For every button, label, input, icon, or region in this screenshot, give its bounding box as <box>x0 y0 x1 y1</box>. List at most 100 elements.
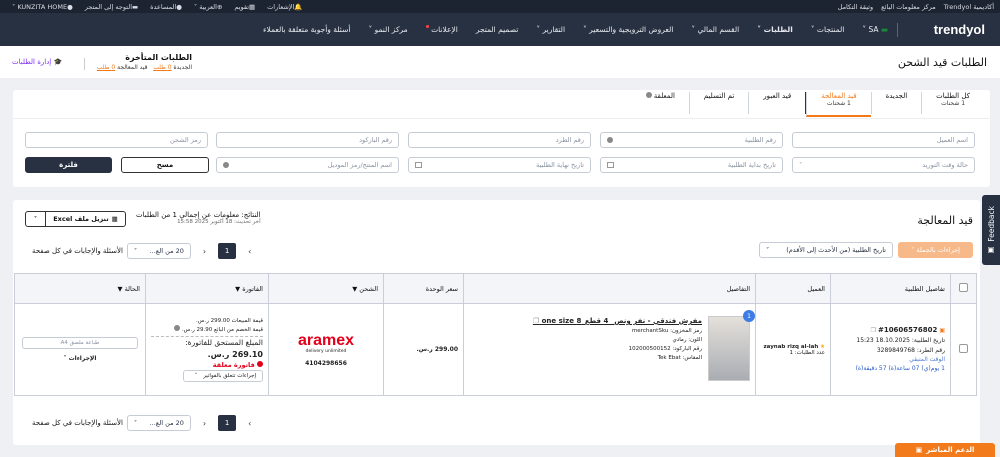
end-date-input[interactable]: تاريخ نهاية الطلبية <box>408 157 591 173</box>
row-checkbox[interactable] <box>959 344 968 353</box>
seller-info-link[interactable]: مركز معلومات البائع <box>881 3 936 11</box>
supply-status-select[interactable]: حالة وقت التوريد ˅ <box>792 157 975 173</box>
excel-icon: ▦ <box>111 215 118 223</box>
chevron-right-icon[interactable]: › <box>248 419 251 428</box>
per-page-select[interactable]: 20 من الع... ˅ <box>126 243 191 259</box>
filter-button[interactable]: فلترة <box>25 157 112 173</box>
nav-promotions[interactable]: العروض الترويجية والتسعير ˅ <box>583 25 673 34</box>
page-header: الطلبات قيد الشحن الطلبات المتأخرة الجدي… <box>0 46 1000 78</box>
customer-name-input[interactable]: اسم العميل <box>792 132 975 148</box>
tab-processing[interactable]: قيد المعالجة 1 شحنات <box>806 92 871 117</box>
go-to-store-link[interactable]: ▬التوجه إلى المتجر <box>85 3 138 11</box>
tab-in-transit[interactable]: قيد العبور <box>748 92 807 114</box>
graduation-cap-icon: 🎓 <box>53 58 63 66</box>
page-1-button[interactable]: 1 <box>218 415 237 431</box>
start-date-input[interactable]: تاريخ بداية الطلبية <box>600 157 783 173</box>
late-new-link[interactable]: 0 طلب <box>153 64 171 71</box>
notifications-link[interactable]: 🔔الإشعارات <box>267 3 302 11</box>
nav-ads[interactable]: الإعلانات <box>425 25 458 34</box>
store-icon: ▬ <box>132 3 139 11</box>
info-icon <box>223 162 229 168</box>
col-invoice[interactable]: الفاتورة ▼ <box>145 273 269 304</box>
aramex-logo: aramex <box>297 331 355 349</box>
nav-store-design[interactable]: تصميم المتجر <box>476 25 519 34</box>
bulk-actions-button[interactable]: إجراءات بالجملة ˅ <box>898 242 973 258</box>
order-management-link[interactable]: 🎓 إدارة الطلبات <box>12 58 62 66</box>
package-number-input[interactable]: رقم الطرد <box>408 132 591 148</box>
product-link[interactable]: مفرش فندقي - نفر ونص_ 4 قطع_8 one size ❐ <box>533 316 702 327</box>
nav-orders[interactable]: الطلبات ˅ <box>757 25 793 34</box>
per-page-label: الأسئلة والإجابات في كل صفحة <box>32 419 123 427</box>
barcode-input[interactable]: رقم الباركود <box>216 132 399 148</box>
filter-icon: ▼ <box>235 284 241 293</box>
product-name-input[interactable]: اسم المنتج/رمز الموديل <box>216 157 399 173</box>
col-status[interactable]: الحالة ▼ <box>14 273 146 304</box>
integration-doc-link[interactable]: وثيقة التكامل <box>838 3 873 11</box>
tab-delivered[interactable]: تم التسليم <box>688 92 748 114</box>
account-menu[interactable]: ●KUNZITA HOME ˅ <box>12 3 73 11</box>
feedback-tab[interactable]: Feedback ▣ <box>982 195 1000 265</box>
top-utility-bar: أكاديمية Trendyol مركز معلومات البائع وث… <box>0 0 1000 13</box>
trendyol-logo[interactable]: trendyol <box>934 22 985 37</box>
tab-all[interactable]: كل الطلبات 1 شحنات <box>921 92 984 114</box>
shipping-code-input[interactable]: رمز الشحن <box>25 132 208 148</box>
main-nav: trendyol ▬ SA ˅ المنتجات ˅ الطلبات ˅ الق… <box>0 13 1000 46</box>
section-title: قيد المعالجة <box>917 214 973 227</box>
order-number-input[interactable]: رقم الطلبية <box>600 132 783 148</box>
star-icon: ★ <box>820 343 825 350</box>
customer-name: zaynab rizq al-lah <box>763 343 819 350</box>
chevron-down-icon[interactable]: ˅ <box>26 212 46 226</box>
pagination-bottom: › 1 ‹ 20 من الع... ˅ الأسئلة والإجابات في… <box>32 415 251 431</box>
calendar-link[interactable]: ▦تقويم <box>234 3 255 11</box>
sort-select[interactable]: تاريخ الطلبية (من الأحدث إلى الأقدم) ˅ <box>759 242 893 258</box>
page-1-button[interactable]: 1 <box>218 243 237 259</box>
unit-price: 299.00 ر.س. <box>383 303 464 396</box>
chevron-left-icon[interactable]: ‹ <box>203 247 206 256</box>
gift-icon: ▣ <box>939 327 945 335</box>
user-icon: ● <box>67 3 73 11</box>
nav-products[interactable]: المنتجات ˅ <box>811 25 845 34</box>
country-select[interactable]: ▬ SA ˅ <box>862 25 888 34</box>
language-select[interactable]: ⊕العربية ˅ <box>194 3 223 11</box>
nav-reports[interactable]: التقارير ˅ <box>536 25 565 34</box>
product-image[interactable]: 1 <box>708 310 755 381</box>
flag-icon: ▬ <box>880 25 888 34</box>
globe-icon: ⊕ <box>216 3 223 11</box>
chevron-left-icon[interactable]: ‹ <box>203 419 206 428</box>
tab-pending[interactable]: المعلقة <box>632 92 689 114</box>
chat-icon: ● <box>176 3 182 11</box>
filter-icon: ▼ <box>117 284 123 293</box>
per-page-select[interactable]: 20 من الع... ˅ <box>126 415 191 431</box>
chat-icon: ▣ <box>915 446 923 454</box>
copy-icon[interactable]: ❐ <box>871 327 876 334</box>
bell-icon: 🔔 <box>294 3 303 11</box>
late-processing-link[interactable]: 0 طلب <box>97 64 115 71</box>
invoice-actions-select[interactable]: إجراءات تتعلق بالفواتير ˅ <box>183 370 263 383</box>
calendar-icon: ▦ <box>249 3 256 11</box>
tab-new[interactable]: الجديدة <box>870 92 922 114</box>
col-details: التفاصيل <box>463 273 756 304</box>
order-number[interactable]: #10606576802 <box>878 326 937 334</box>
notification-dot <box>425 25 429 28</box>
nav-growth[interactable]: مركز النمو ˅ <box>368 25 407 34</box>
select-all-checkbox[interactable] <box>959 283 968 292</box>
excel-download-button[interactable]: ▦ تنزيل ملف Excel ˅ <box>25 211 126 227</box>
print-label-button[interactable]: طباعة ملصق A4 <box>22 337 138 349</box>
filter-icon: ▼ <box>352 284 358 293</box>
col-shipping[interactable]: الشحن ▼ <box>268 273 384 304</box>
orders-table: تفاصيل الطلبية العميل التفاصيل سعر الوحد… <box>14 273 977 396</box>
live-support-button[interactable]: الدعم المباشر ▣ <box>895 443 995 457</box>
academy-link[interactable]: أكاديمية Trendyol <box>944 3 994 11</box>
feedback-icon: ▣ <box>987 245 995 255</box>
divider <box>897 23 898 37</box>
info-icon <box>174 325 181 331</box>
info-icon <box>607 137 613 143</box>
chevron-right-icon[interactable]: › <box>248 247 251 256</box>
tracking-number[interactable]: 4104298656 <box>274 360 378 367</box>
help-link[interactable]: ●المساعدة <box>150 3 182 11</box>
nav-finance[interactable]: القسم المالي ˅ <box>691 25 739 34</box>
clear-button[interactable]: مسح <box>121 157 209 173</box>
late-orders: الطلبات المتأخرة الجديدة 0 طلب قيد المعا… <box>96 53 192 71</box>
nav-customer-qa[interactable]: أسئلة وأجوبة متعلقة بالعملاء <box>263 25 350 34</box>
actions-menu[interactable]: الإجراءات ˅ <box>20 355 140 362</box>
